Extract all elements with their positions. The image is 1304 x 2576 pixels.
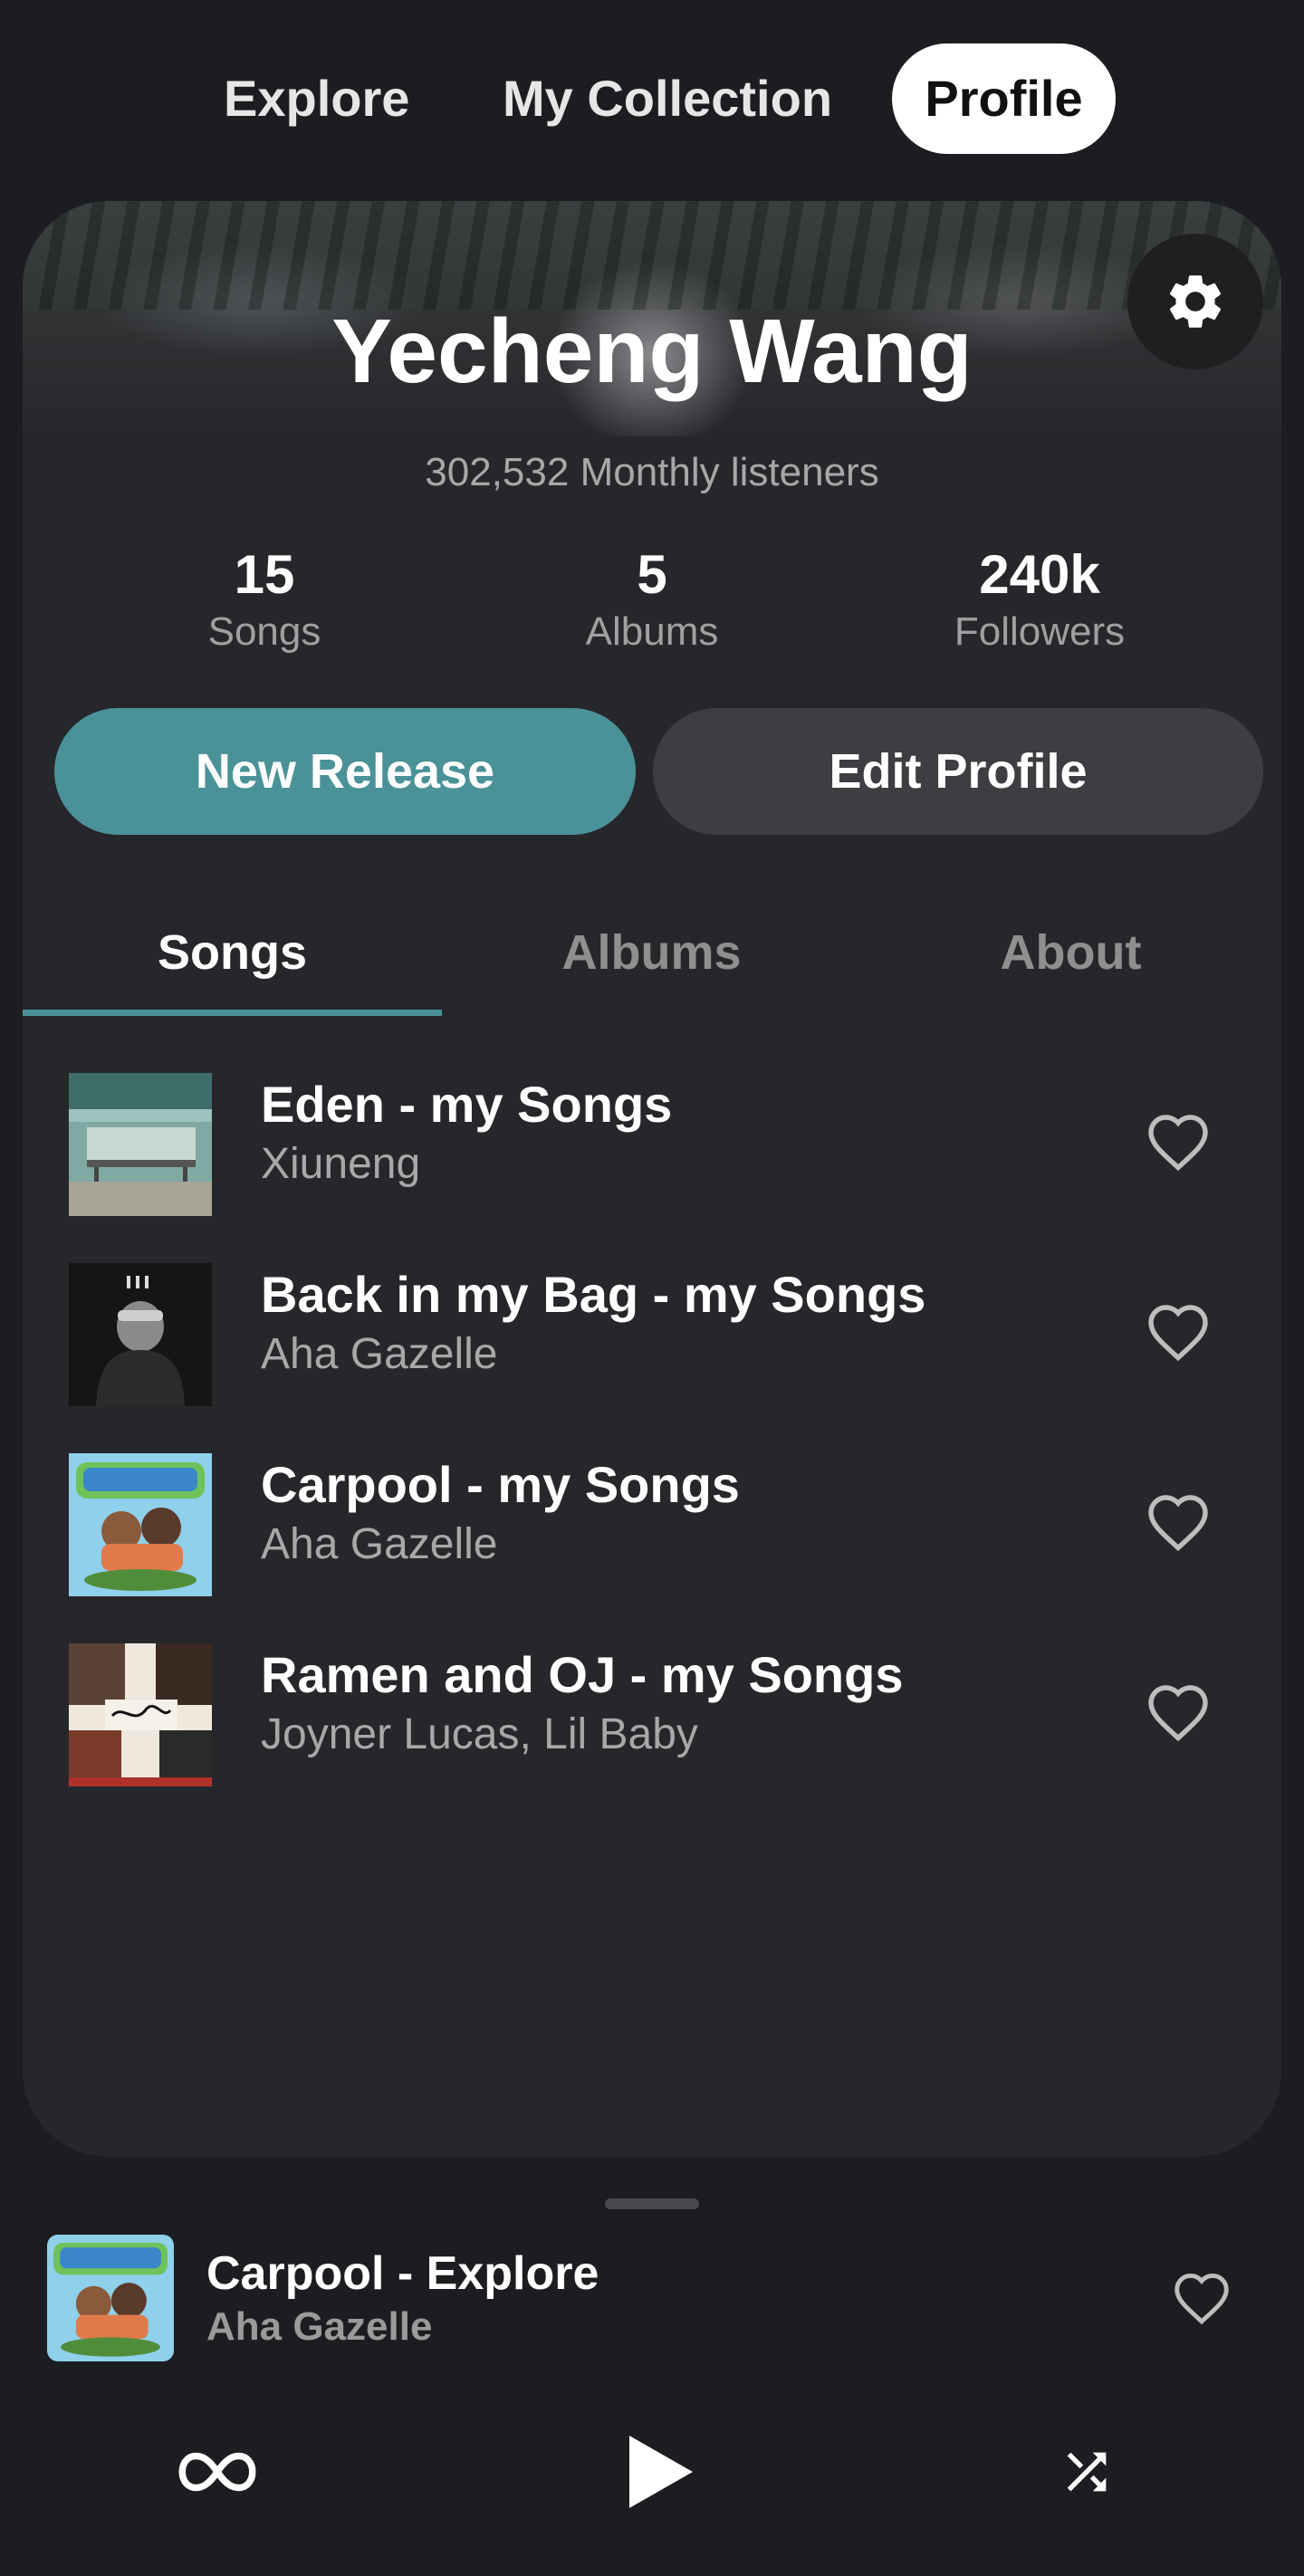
heart-outline-icon[interactable] — [1146, 1302, 1211, 1362]
repeat-icon — [178, 2452, 256, 2492]
now-playing-artist: Aha Gazelle — [206, 2304, 433, 2349]
edit-profile-button[interactable]: Edit Profile — [653, 708, 1263, 835]
content-tabs: Songs Albums About — [23, 896, 1281, 1016]
song-title: Ramen and OJ - my Songs — [261, 1646, 904, 1703]
stat-value: 15 — [234, 544, 295, 605]
monthly-listeners: 302,532 Monthly listeners — [425, 450, 879, 494]
play-button[interactable] — [607, 2418, 715, 2526]
shuffle-button[interactable] — [1041, 2427, 1132, 2517]
repeat-button[interactable] — [163, 2436, 272, 2508]
tab-my-collection[interactable]: My Collection — [503, 43, 832, 154]
new-release-button[interactable]: New Release — [54, 708, 636, 835]
heart-outline-icon[interactable] — [1146, 1682, 1211, 1742]
album-art — [69, 1453, 212, 1596]
stat-albums: 5 Albums — [516, 543, 788, 657]
stat-label: Albums — [585, 609, 719, 654]
song-title: Carpool - my Songs — [261, 1456, 740, 1513]
heart-outline-icon[interactable] — [1146, 1492, 1211, 1552]
heart-outline-icon[interactable] — [1146, 1112, 1211, 1172]
shuffle-icon — [1067, 2452, 1107, 2492]
stat-label: Songs — [207, 609, 321, 654]
active-tab-indicator — [23, 1010, 442, 1016]
tab-albums[interactable]: Albums — [442, 896, 861, 1010]
tab-explore[interactable]: Explore — [224, 43, 409, 154]
stat-followers: 240k Followers — [904, 543, 1175, 657]
stat-label: Followers — [954, 609, 1126, 654]
song-row[interactable]: Back in my Bag - my Songs Aha Gazelle — [23, 1248, 1281, 1411]
album-art — [69, 1263, 212, 1406]
song-row[interactable]: Ramen and OJ - my Songs Joyner Lucas, Li… — [23, 1628, 1281, 1791]
song-artist: Aha Gazelle — [261, 1330, 498, 1378]
song-title: Back in my Bag - my Songs — [261, 1266, 926, 1323]
top-navigation: Explore My Collection Profile — [0, 0, 1304, 190]
tab-songs[interactable]: Songs — [23, 896, 442, 1010]
stat-value: 5 — [637, 544, 667, 605]
album-art — [69, 1073, 212, 1216]
now-playing-album-art[interactable] — [47, 2235, 174, 2361]
stat-value: 240k — [979, 544, 1100, 605]
play-icon — [629, 2436, 693, 2508]
tab-about[interactable]: About — [861, 896, 1280, 1010]
song-row[interactable]: Eden - my Songs Xiuneng — [23, 1058, 1281, 1221]
player-drag-handle[interactable] — [605, 2198, 699, 2209]
song-title: Eden - my Songs — [261, 1076, 673, 1133]
heart-outline-icon[interactable] — [1172, 2271, 1232, 2325]
album-art — [69, 1643, 212, 1786]
tab-profile[interactable]: Profile — [892, 43, 1116, 154]
profile-card: Yecheng Wang 302,532 Monthly listeners 1… — [23, 201, 1281, 2157]
now-playing-title[interactable]: Carpool - Explore — [206, 2244, 599, 2303]
song-artist: Aha Gazelle — [261, 1520, 498, 1568]
song-artist: Xiuneng — [261, 1140, 421, 1188]
artist-name: Yecheng Wang — [331, 301, 973, 402]
song-artist: Joyner Lucas, Lil Baby — [261, 1710, 698, 1758]
song-row[interactable]: Carpool - my Songs Aha Gazelle — [23, 1438, 1281, 1601]
stat-songs: 15 Songs — [129, 543, 400, 657]
